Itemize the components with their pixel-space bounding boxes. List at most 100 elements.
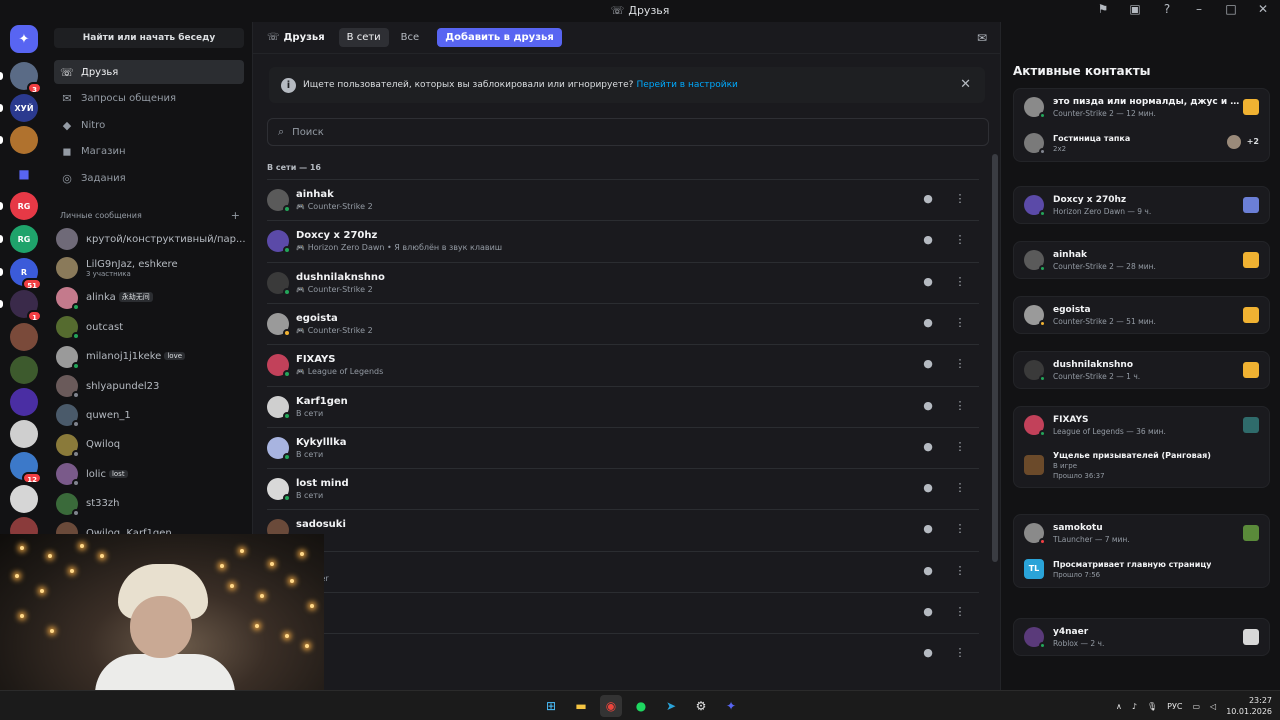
guild-7[interactable] bbox=[10, 420, 38, 448]
more-options-icon[interactable]: ⋮ bbox=[951, 479, 969, 497]
guild-4[interactable] bbox=[10, 323, 38, 351]
friend-row[interactable]: ивен●⋮ bbox=[267, 633, 979, 674]
message-icon[interactable]: ● bbox=[919, 190, 937, 208]
nav-item-0[interactable]: ☏ Друзья bbox=[54, 60, 244, 84]
tab-online[interactable]: В сети bbox=[338, 28, 389, 47]
more-options-icon[interactable]: ⋮ bbox=[951, 314, 969, 332]
guild-5[interactable] bbox=[10, 356, 38, 384]
create-dm-icon[interactable]: + bbox=[231, 209, 240, 222]
dm-item[interactable]: milanoj1j1keke love bbox=[56, 343, 244, 371]
guild-6[interactable] bbox=[10, 388, 38, 416]
active-card[interactable]: Doxcy x 270hz Horizon Zero Dawn — 9 ч. bbox=[1013, 186, 1270, 224]
speaker-icon[interactable]: ◁ bbox=[1210, 702, 1216, 711]
more-options-icon[interactable]: ⋮ bbox=[951, 603, 969, 621]
guild-folder[interactable]: ■ bbox=[10, 160, 38, 188]
nav-item-4[interactable]: ◎ Задания bbox=[54, 166, 244, 190]
message-icon[interactable]: ● bbox=[919, 520, 937, 538]
new-group-dm-icon[interactable]: ✉ bbox=[977, 31, 987, 45]
friend-row[interactable]: ● ⋮ bbox=[267, 592, 979, 633]
more-options-icon[interactable]: ⋮ bbox=[951, 190, 969, 208]
message-icon[interactable]: ● bbox=[919, 479, 937, 497]
guild-1[interactable]: 3 bbox=[10, 62, 42, 94]
add-friend-button[interactable]: Добавить в друзья bbox=[437, 28, 562, 47]
search-input[interactable] bbox=[292, 126, 893, 138]
message-icon[interactable]: ● bbox=[919, 231, 937, 249]
friend-row[interactable]: sadosukiать●⋮ bbox=[267, 509, 979, 550]
discord-taskbar-icon[interactable]: ✦ bbox=[720, 695, 742, 717]
scrollbar[interactable] bbox=[992, 154, 998, 562]
dm-item[interactable]: quwen_1 bbox=[56, 401, 244, 429]
guild-rg-green[interactable]: RG bbox=[10, 225, 38, 253]
settings-link[interactable]: Перейти в настройки bbox=[636, 80, 737, 90]
steam-icon[interactable]: ⚙ bbox=[690, 695, 712, 717]
telegram-icon[interactable]: ➤ bbox=[660, 695, 682, 717]
spotify-icon[interactable]: ● bbox=[630, 695, 652, 717]
more-options-icon[interactable]: ⋮ bbox=[951, 273, 969, 291]
active-card[interactable]: ainhak Counter-Strike 2 — 28 мин. bbox=[1013, 241, 1270, 279]
language-indicator[interactable]: РУС bbox=[1167, 702, 1182, 711]
message-icon[interactable]: ● bbox=[919, 644, 937, 662]
friend-row[interactable]: Doxcy x 270hz 🎮 Horizon Zero Dawn • Я влюб… bbox=[267, 220, 979, 261]
find-conversation-button[interactable]: Найти или начать беседу bbox=[54, 28, 244, 48]
more-options-icon[interactable]: ⋮ bbox=[951, 644, 969, 662]
flag-icon[interactable]: ⚑ bbox=[1094, 2, 1112, 16]
maximize-button[interactable]: □ bbox=[1222, 2, 1240, 16]
nav-item-2[interactable]: ◆ Nitro bbox=[54, 113, 244, 137]
friend-row[interactable]: lost mind В сети ● ⋮ bbox=[267, 468, 979, 509]
close-button[interactable]: ✕ bbox=[1254, 2, 1272, 16]
nav-item-1[interactable]: ✉ Запросы общения bbox=[54, 87, 244, 111]
file-explorer-icon[interactable]: ▬ bbox=[570, 695, 592, 717]
friend-row[interactable]: egoista 🎮 Counter-Strike 2 ● ⋮ bbox=[267, 302, 979, 344]
guild-rg-red[interactable]: RG bbox=[10, 192, 38, 220]
chrome-icon[interactable]: ◉ bbox=[600, 695, 622, 717]
dm-item[interactable]: shlyapundel23 bbox=[56, 372, 244, 400]
clock[interactable]: 23:27 10.01.2026 bbox=[1226, 695, 1272, 717]
active-card[interactable]: y4naer Roblox — 2 ч. bbox=[1013, 618, 1270, 656]
message-icon[interactable]: ● bbox=[919, 273, 937, 291]
message-icon[interactable]: ● bbox=[919, 438, 937, 456]
more-options-icon[interactable]: ⋮ bbox=[951, 520, 969, 538]
network-icon[interactable]: ▭ bbox=[1192, 702, 1200, 711]
active-card[interactable]: это пизда или нормалды, джус и е... Count… bbox=[1013, 88, 1270, 162]
active-card[interactable]: samokotu TLauncher — 7 мин. TL Просматривае… bbox=[1013, 514, 1270, 588]
more-options-icon[interactable]: ⋮ bbox=[951, 438, 969, 456]
guild-8[interactable]: 12 bbox=[10, 452, 42, 484]
dm-item[interactable]: st33zh bbox=[56, 490, 244, 518]
active-card[interactable]: dushnilaknshno Counter-Strike 2 — 1 ч. bbox=[1013, 351, 1270, 389]
guild-9[interactable] bbox=[10, 485, 38, 513]
friend-row[interactable]: kotuauncher●⋮ bbox=[267, 550, 979, 592]
more-options-icon[interactable]: ⋮ bbox=[951, 397, 969, 415]
guild-3[interactable] bbox=[10, 126, 38, 154]
friend-row[interactable]: Kykylllka В сети ● ⋮ bbox=[267, 426, 979, 468]
active-card[interactable]: egoista Counter-Strike 2 — 51 мин. bbox=[1013, 296, 1270, 334]
guild-atom[interactable]: 1 bbox=[10, 290, 42, 322]
message-icon[interactable]: ● bbox=[919, 603, 937, 621]
message-icon[interactable]: ● bbox=[919, 562, 937, 580]
windows-start-icon[interactable]: ⊞ bbox=[540, 695, 562, 717]
more-options-icon[interactable]: ⋮ bbox=[951, 355, 969, 373]
minimize-button[interactable]: – bbox=[1190, 2, 1208, 16]
dm-item[interactable]: lolic lost bbox=[56, 460, 244, 488]
message-icon[interactable]: ● bbox=[919, 355, 937, 373]
dm-item[interactable]: alinka 永劫无间 bbox=[56, 284, 244, 312]
message-icon[interactable]: ● bbox=[919, 397, 937, 415]
dm-item[interactable]: крутой/конструктивный/пар... bbox=[56, 225, 246, 253]
discord-home-button[interactable]: ✦ bbox=[10, 25, 38, 53]
screen-icon[interactable]: ▣ bbox=[1126, 2, 1144, 16]
tray-chevron-icon[interactable]: ∧ bbox=[1116, 702, 1122, 711]
microphone-icon[interactable]: 🎙 bbox=[1147, 702, 1157, 711]
tab-all[interactable]: Все bbox=[393, 28, 428, 47]
active-card[interactable]: FIXAYS League of Legends — 36 мин. Ущелье … bbox=[1013, 406, 1270, 488]
help-icon[interactable]: ? bbox=[1158, 2, 1176, 16]
friend-row[interactable]: Karf1gen В сети ● ⋮ bbox=[267, 385, 979, 427]
dm-item[interactable]: Qwiloq bbox=[56, 431, 244, 459]
friend-row[interactable]: ainhak 🎮 Counter-Strike 2 ● ⋮ bbox=[267, 179, 979, 220]
more-options-icon[interactable]: ⋮ bbox=[951, 231, 969, 249]
dm-item[interactable]: outcast bbox=[56, 313, 244, 341]
friend-row[interactable]: dushnilaknshno 🎮 Counter-Strike 2 ● ⋮ bbox=[267, 261, 979, 303]
close-icon[interactable]: ✕ bbox=[960, 77, 971, 92]
nav-item-3[interactable]: ◼ Магазин bbox=[54, 140, 244, 164]
guild-2[interactable]: ХУЙ bbox=[10, 94, 38, 122]
dm-item[interactable]: LilG9nJaz, eshkere 3 участника bbox=[56, 254, 244, 282]
friend-row[interactable]: FIXAYS 🎮 League of Legends ● ⋮ bbox=[267, 344, 979, 385]
